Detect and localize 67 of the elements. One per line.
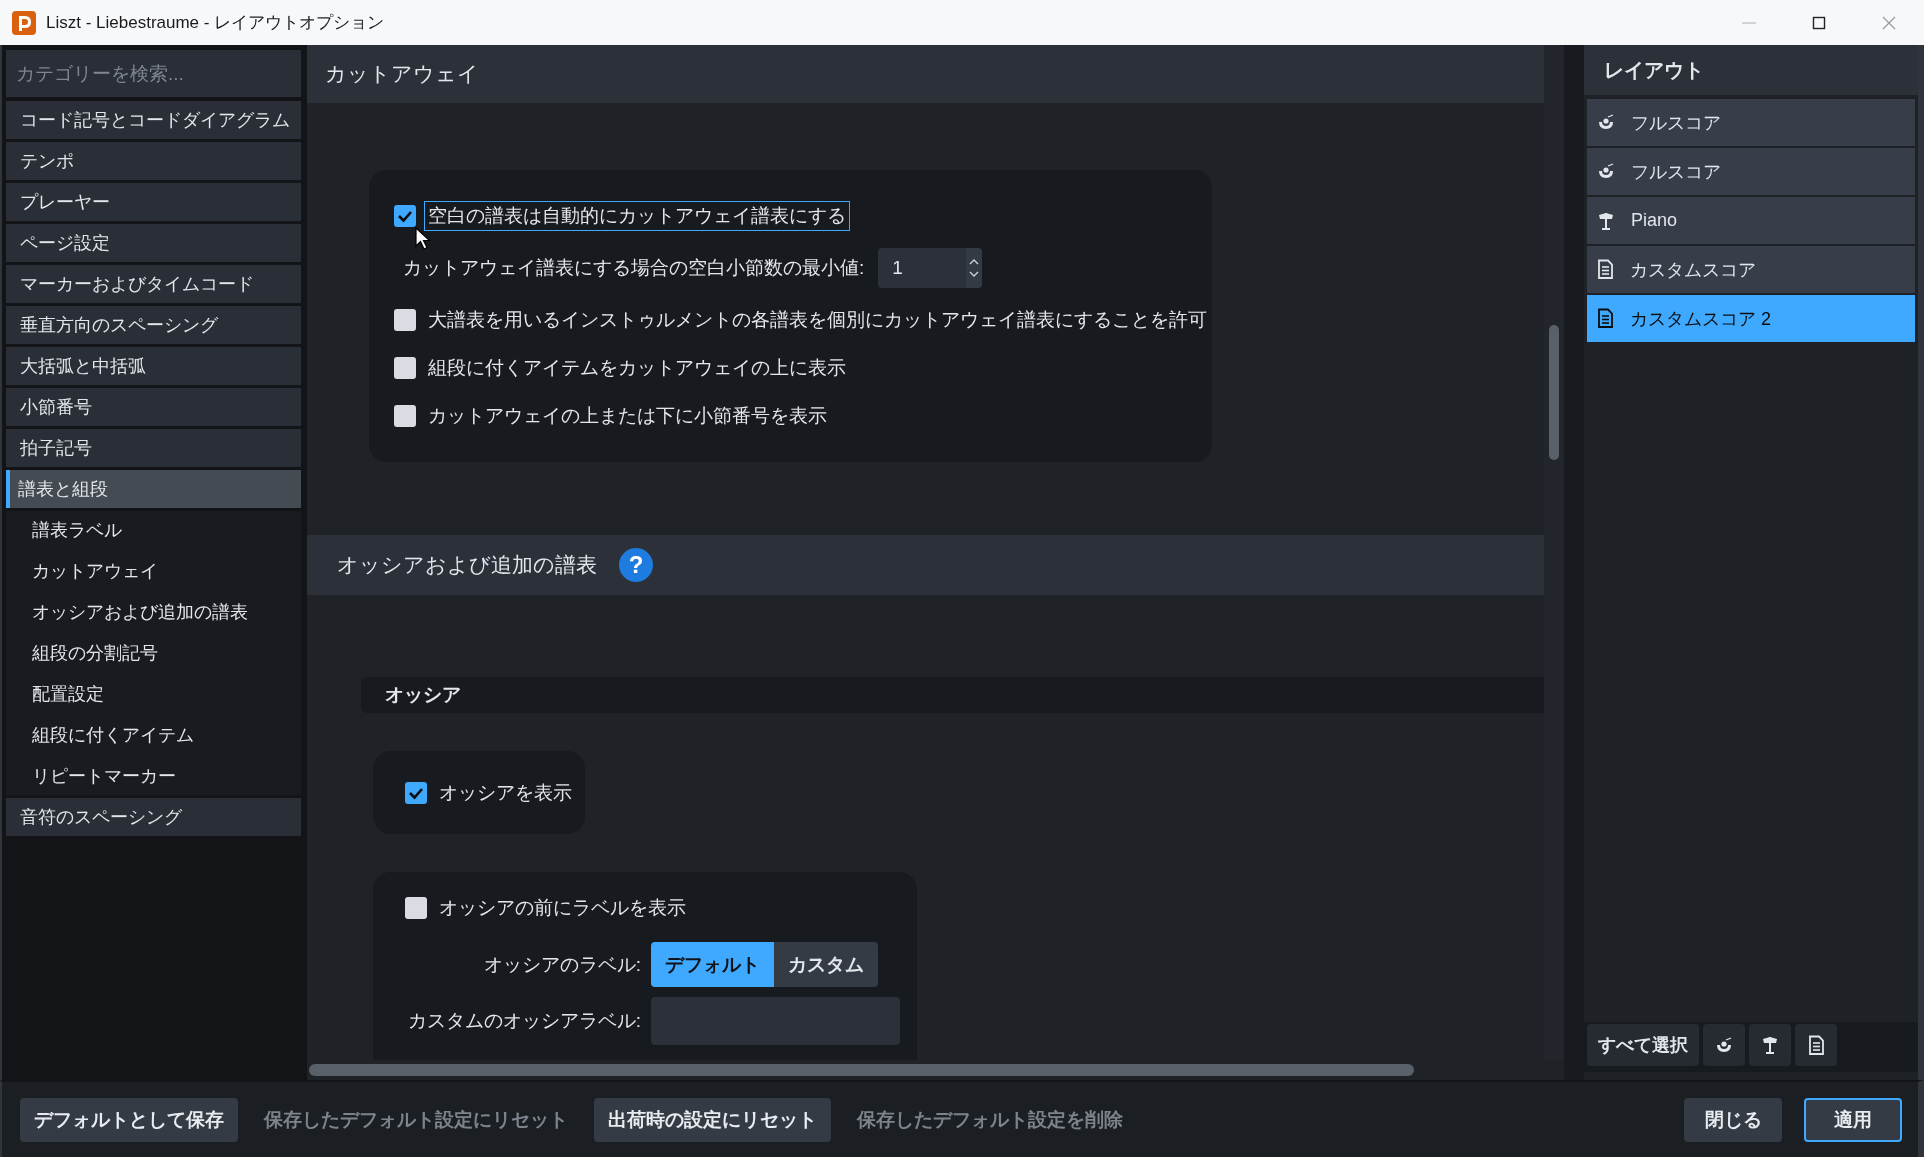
music-stand-icon (1597, 211, 1615, 230)
checkbox[interactable] (394, 357, 416, 379)
field-label: カットアウェイ譜表にする場合の空白小節数の最小値: (403, 256, 865, 280)
search-field[interactable]: カテゴリーを検索... (6, 50, 301, 97)
section-header: オッシアおよび追加の譜表 (337, 552, 597, 578)
footer-button[interactable]: 出荷時の設定にリセット (594, 1097, 831, 1142)
segment-button[interactable]: デフォルト (651, 942, 774, 987)
field-label: オッシアのラベル: (482, 952, 641, 977)
segment-button[interactable]: カスタム (774, 942, 878, 987)
number-field[interactable]: 1 (878, 248, 967, 288)
input-field[interactable] (651, 997, 900, 1045)
dialog-button[interactable]: 適用 (1804, 1097, 1902, 1142)
filter-button[interactable] (1795, 1024, 1837, 1066)
checkbox[interactable] (394, 405, 416, 427)
close-icon (1882, 15, 1896, 30)
select-all-button[interactable]: すべて選択 (1587, 1024, 1699, 1066)
sidebar-item[interactable]: 小節番号 (6, 388, 301, 426)
conductor-icon (1597, 163, 1615, 180)
document-icon (1807, 1034, 1825, 1056)
help-button[interactable]: ? (619, 548, 653, 582)
sidebar-item[interactable]: マーカーおよびタイムコード (6, 265, 301, 303)
checkbox[interactable] (405, 781, 427, 804)
field-label: カスタムのオッシアラベル: (406, 1009, 641, 1033)
checkbox[interactable] (405, 897, 427, 919)
checkbox-label[interactable]: オッシアの前にラベルを表示 (435, 893, 690, 923)
subsection-header: オッシア (361, 677, 1544, 713)
sidebar-item[interactable]: 垂直方向のスペーシング (6, 306, 301, 344)
music-stand-icon (1761, 1036, 1779, 1054)
conductor-icon (1597, 114, 1615, 131)
section-header: カットアウェイ (307, 45, 1544, 103)
checkbox-label[interactable]: 組段に付くアイテムをカットアウェイの上に表示 (424, 353, 850, 383)
increment-icon[interactable] (969, 258, 980, 265)
filter-button[interactable] (1703, 1024, 1745, 1066)
maximize-icon (1812, 15, 1826, 30)
decrement-icon[interactable] (969, 271, 980, 278)
window-title: Liszt - Liebestraume - レイアウトオプション (46, 12, 386, 34)
footer-button[interactable]: デフォルトとして保存 (20, 1097, 238, 1142)
app-icon (12, 10, 36, 35)
layout-item[interactable]: Piano (1587, 197, 1915, 244)
sidebar-item[interactable]: 拍子記号 (6, 429, 301, 467)
checkbox-label[interactable]: カットアウェイの上または下に小節番号を表示 (424, 401, 831, 431)
sidebar-item[interactable]: プレーヤー (6, 183, 301, 221)
panel-title: レイアウト (1584, 45, 1918, 95)
mouse-pointer-icon (415, 227, 431, 251)
sidebar-item[interactable]: ページ設定 (6, 224, 301, 262)
layout-item[interactable]: カスタムスコア 2 (1587, 295, 1915, 342)
layout-item[interactable]: カスタムスコア (1587, 246, 1915, 293)
conductor-icon (1715, 1036, 1733, 1054)
checkbox-label[interactable]: オッシアを表示 (435, 777, 576, 808)
sidebar-item[interactable]: テンポ (6, 142, 301, 180)
document-icon (1597, 308, 1614, 329)
sidebar-item[interactable]: 譜表と組段 (6, 470, 301, 508)
filter-button[interactable] (1749, 1024, 1791, 1066)
scrollbar-thumb[interactable] (309, 1064, 1414, 1076)
checkbox-label[interactable]: 大譜表を用いるインストゥルメントの各譜表を個別にカットアウェイ譜表にすることを許可 (424, 305, 1211, 335)
layout-item[interactable]: フルスコア (1587, 148, 1915, 195)
layout-item[interactable]: フルスコア (1587, 99, 1915, 146)
sidebar-item[interactable]: 音符のスペーシング (6, 798, 301, 836)
checkbox[interactable] (394, 309, 416, 331)
sidebar-item[interactable]: 大括弧と中括弧 (6, 347, 301, 385)
document-icon (1597, 259, 1614, 280)
dialog-button[interactable]: 閉じる (1684, 1097, 1782, 1142)
sidebar-item[interactable]: コード記号とコードダイアグラム (6, 101, 301, 139)
checkbox-label[interactable]: 空白の譜表は自動的にカットアウェイ譜表にする (424, 201, 850, 231)
minimize-icon (1742, 21, 1756, 24)
checkbox[interactable] (394, 205, 416, 227)
scrollbar-thumb[interactable] (1549, 325, 1559, 460)
